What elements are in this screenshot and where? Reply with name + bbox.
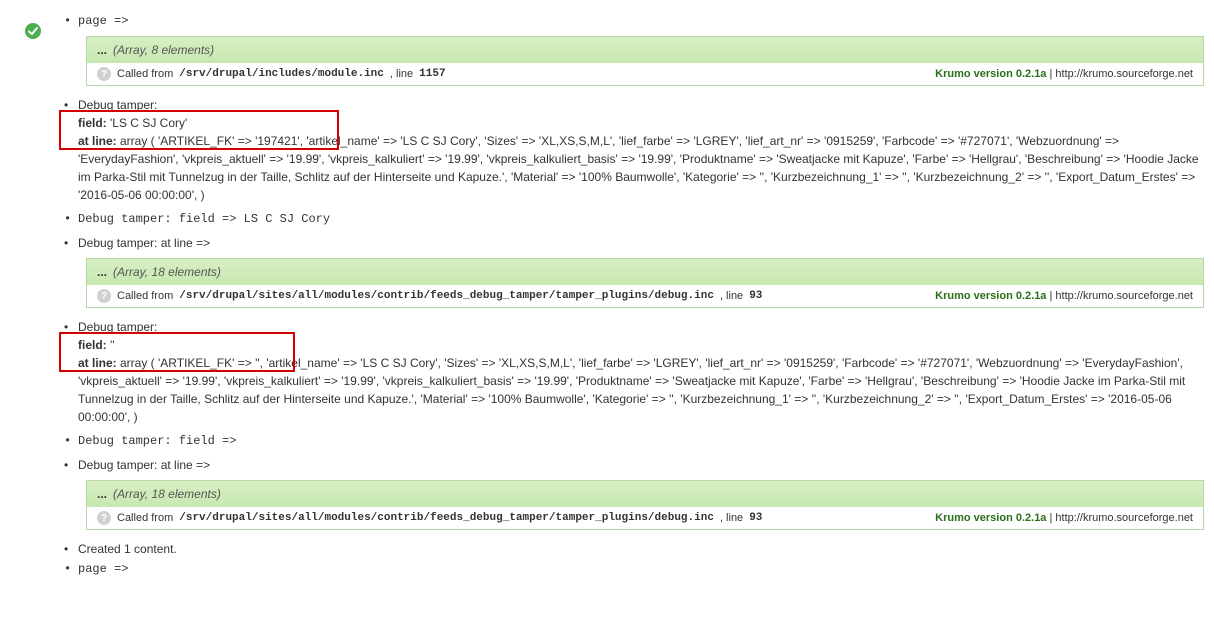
called-from-line-num: 1157 bbox=[419, 68, 445, 80]
krumo-meta: (Array, 18 elements) bbox=[113, 265, 221, 279]
help-icon: ? bbox=[97, 67, 111, 81]
called-from-path: /srv/drupal/includes/module.inc bbox=[179, 68, 384, 80]
debug-block-1: Debug tamper: field: 'LS C SJ Cory' at l… bbox=[64, 96, 1204, 204]
krumo-meta: (Array, 18 elements) bbox=[113, 487, 221, 501]
success-check-icon bbox=[24, 22, 42, 40]
krumo-meta: (Array, 8 elements) bbox=[113, 43, 214, 57]
page-item-2: page => bbox=[64, 560, 1204, 578]
field-value: 'LS C SJ Cory' bbox=[107, 116, 188, 130]
krumo-version: Krumo version 0.2.1a bbox=[935, 512, 1046, 524]
called-from-line-num: 93 bbox=[749, 512, 762, 524]
called-from-label: Called from bbox=[117, 512, 173, 524]
krumo-dump-1: ... (Array, 8 elements) ? Called from /s… bbox=[86, 36, 1204, 86]
debug-title: Debug tamper: bbox=[78, 96, 1204, 114]
debug-atline-line-2: Debug tamper: at line => bbox=[64, 456, 1204, 474]
krumo-dump-2: ... (Array, 18 elements) ? Called from /… bbox=[86, 258, 1204, 308]
krumo-dump-3: ... (Array, 18 elements) ? Called from /… bbox=[86, 480, 1204, 530]
debug-atline-line-1: Debug tamper: at line => bbox=[64, 234, 1204, 252]
created-content: Created 1 content. bbox=[64, 540, 1204, 558]
called-from-line-label: , line bbox=[720, 512, 743, 524]
krumo-link[interactable]: http://krumo.sourceforge.net bbox=[1055, 512, 1193, 524]
field-label: field: bbox=[78, 338, 107, 352]
krumo-version: Krumo version 0.2.1a bbox=[935, 290, 1046, 302]
called-from-path: /srv/drupal/sites/all/modules/contrib/fe… bbox=[179, 512, 714, 524]
called-from-label: Called from bbox=[117, 290, 173, 302]
called-from-line-label: , line bbox=[390, 68, 413, 80]
help-icon: ? bbox=[97, 289, 111, 303]
called-from-path: /srv/drupal/sites/all/modules/contrib/fe… bbox=[179, 290, 714, 302]
krumo-link[interactable]: http://krumo.sourceforge.net bbox=[1055, 290, 1193, 302]
krumo-header[interactable]: ... (Array, 18 elements) bbox=[87, 481, 1203, 507]
debug-title: Debug tamper: bbox=[78, 318, 1204, 336]
page-item: page => bbox=[64, 12, 1204, 30]
krumo-header[interactable]: ... (Array, 18 elements) bbox=[87, 259, 1203, 285]
debug-field-line-1: Debug tamper: field => LS C SJ Cory bbox=[64, 210, 1204, 228]
krumo-version: Krumo version 0.2.1a bbox=[935, 68, 1046, 80]
called-from-line-label: , line bbox=[720, 290, 743, 302]
help-icon: ? bbox=[97, 511, 111, 525]
atline-value-head: array ( 'ARTIKEL_FK' => '', bbox=[117, 356, 263, 370]
krumo-ellipsis: ... bbox=[97, 265, 107, 279]
krumo-link[interactable]: http://krumo.sourceforge.net bbox=[1055, 68, 1193, 80]
krumo-ellipsis: ... bbox=[97, 487, 107, 501]
atline-value-head: array ( 'ARTIKEL_FK' => '197421', bbox=[117, 134, 303, 148]
atline-label: at line: bbox=[78, 356, 117, 370]
krumo-ellipsis: ... bbox=[97, 43, 107, 57]
called-from-line-num: 93 bbox=[749, 290, 762, 302]
atline-label: at line: bbox=[78, 134, 117, 148]
debug-block-2: Debug tamper: field: '' at line: array (… bbox=[64, 318, 1204, 426]
krumo-header[interactable]: ... (Array, 8 elements) bbox=[87, 37, 1203, 63]
field-label: field: bbox=[78, 116, 107, 130]
debug-field-line-2: Debug tamper: field => bbox=[64, 432, 1204, 450]
called-from-label: Called from bbox=[117, 68, 173, 80]
field-value: '' bbox=[107, 338, 115, 352]
